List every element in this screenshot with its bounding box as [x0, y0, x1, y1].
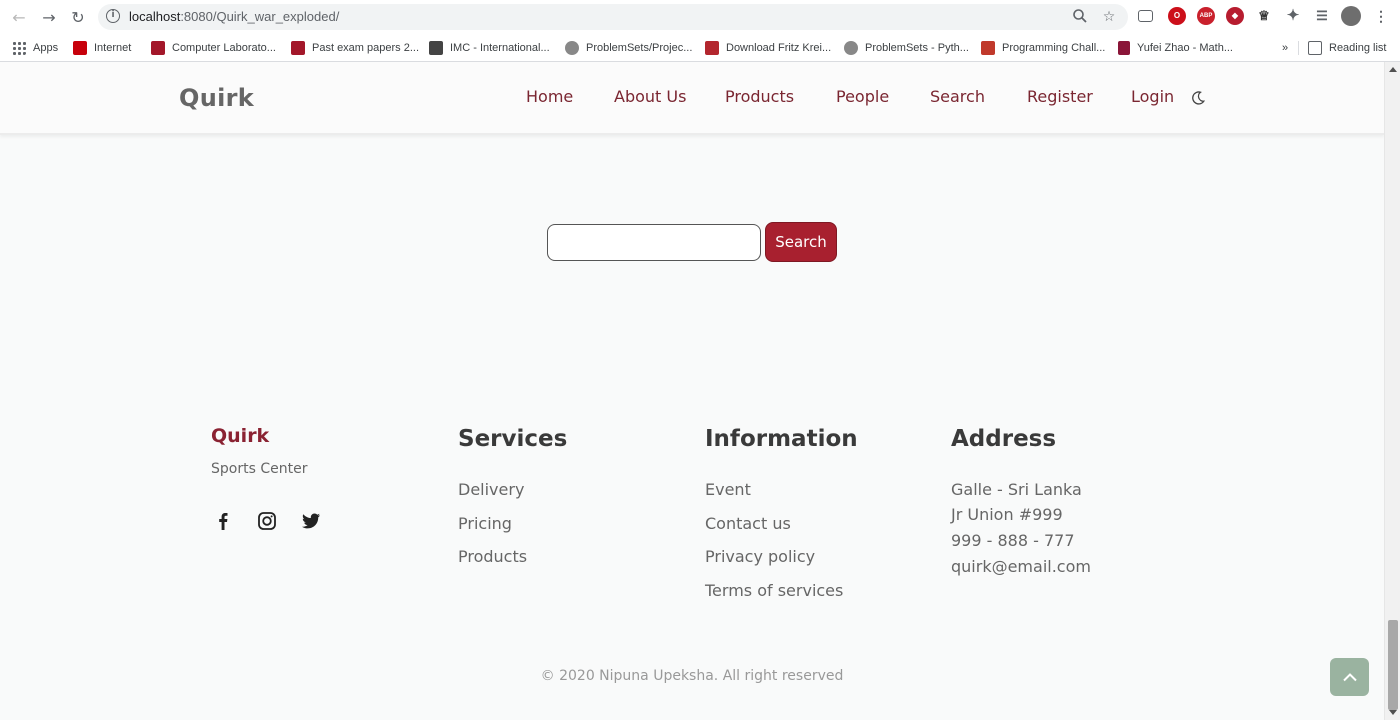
- bookmarks-bar: Apps Internet Computer Laborato... Past …: [0, 34, 1400, 62]
- reading-list-icon: [1308, 41, 1322, 55]
- bookmark-label: Apps: [33, 42, 59, 54]
- footer-information-heading: Information: [705, 426, 858, 452]
- back-icon[interactable]: ←: [7, 5, 31, 29]
- search-button[interactable]: Search: [765, 222, 837, 262]
- zoom-icon[interactable]: [1071, 8, 1089, 26]
- footer-address-heading: Address: [951, 426, 1057, 452]
- address-email: quirk@email.com: [951, 557, 1091, 576]
- nav-home[interactable]: Home: [526, 87, 573, 106]
- twitter-icon[interactable]: [300, 510, 322, 532]
- crest-icon: [291, 41, 305, 55]
- bookmark-internet[interactable]: Internet: [73, 34, 131, 62]
- bookmark-label: ProblemSets/Projec...: [586, 42, 693, 54]
- footer-link-delivery[interactable]: Delivery: [458, 480, 524, 499]
- github-icon: [565, 41, 579, 55]
- address-url: localhost:8080/Quirk_war_exploded/: [129, 9, 339, 24]
- download-icon: [705, 41, 719, 55]
- bookmark-programming-challenges[interactable]: Programming Chall...: [981, 34, 1105, 62]
- uva-icon: [981, 41, 995, 55]
- reload-icon[interactable]: ↻: [66, 5, 90, 29]
- bookmark-problemsets-python[interactable]: ProblemSets - Pyth...: [844, 34, 969, 62]
- bookmark-label: Past exam papers 2...: [312, 42, 419, 54]
- huawei-icon: [73, 41, 87, 55]
- forward-icon[interactable]: →: [37, 5, 61, 29]
- nav-about-us[interactable]: About Us: [614, 87, 686, 106]
- search-input[interactable]: [547, 224, 761, 261]
- bookmark-past-exams[interactable]: Past exam papers 2...: [291, 34, 419, 62]
- bookmark-label: Download Fritz Krei...: [726, 42, 832, 54]
- site-header: Quirk Home About Us Products People Sear…: [0, 62, 1384, 135]
- facebook-icon[interactable]: [212, 510, 234, 532]
- menu-kebab-icon[interactable]: ⋮: [1372, 7, 1390, 25]
- footer-link-event[interactable]: Event: [705, 480, 751, 499]
- instagram-icon[interactable]: [256, 510, 278, 532]
- bookmark-imc[interactable]: IMC - International...: [429, 34, 550, 62]
- opera-icon[interactable]: O: [1168, 7, 1186, 25]
- more-bookmarks-button[interactable]: »: [1282, 34, 1288, 62]
- adblock-icon[interactable]: ABP: [1197, 7, 1215, 25]
- bookmark-download-fritz[interactable]: Download Fritz Krei...: [705, 34, 831, 62]
- nav-register[interactable]: Register: [1027, 87, 1093, 106]
- url-path: :8080/Quirk_war_exploded/: [180, 9, 340, 24]
- bookmark-label: Computer Laborato...: [172, 42, 276, 54]
- scroll-down-arrow-icon[interactable]: [1389, 710, 1397, 715]
- scrollbar-thumb[interactable]: [1388, 620, 1398, 710]
- reading-list-label: Reading list: [1329, 42, 1387, 54]
- footer-link-pricing[interactable]: Pricing: [458, 514, 512, 533]
- bookmark-label: IMC - International...: [450, 42, 550, 54]
- bookmarks-divider: [1298, 41, 1299, 55]
- site-info-icon[interactable]: i: [106, 9, 120, 23]
- bookmark-label: ProblemSets - Pyth...: [865, 42, 969, 54]
- bookmark-computer-lab[interactable]: Computer Laborato...: [151, 34, 276, 62]
- back-to-top-button[interactable]: [1330, 658, 1369, 696]
- copyright-text: © 2020 Nipuna Upeksha. All right reserve…: [540, 668, 844, 684]
- bookmark-label: Internet: [94, 42, 132, 54]
- moon-icon[interactable]: [1190, 90, 1206, 106]
- scroll-up-arrow-icon[interactable]: [1389, 67, 1397, 72]
- nav-people[interactable]: People: [836, 87, 889, 106]
- address-city: Galle - Sri Lanka: [951, 480, 1082, 499]
- media-list-icon[interactable]: ☰: [1313, 7, 1331, 25]
- shield-icon: [151, 41, 165, 55]
- github-icon: [844, 41, 858, 55]
- browser-toolbar: ← → ↻ i localhost:8080/Quirk_war_explode…: [0, 0, 1400, 34]
- reading-list-button[interactable]: Reading list: [1308, 34, 1386, 62]
- footer-services-heading: Services: [458, 426, 568, 452]
- chevron-up-icon: [1342, 673, 1357, 682]
- nav-products[interactable]: Products: [725, 87, 794, 106]
- imc-icon: [429, 41, 443, 55]
- page-scrollbar[interactable]: [1384, 62, 1400, 720]
- address-bar[interactable]: i localhost:8080/Quirk_war_exploded/ ☆: [98, 4, 1128, 30]
- bookmark-yufei-zhao[interactable]: Yufei Zhao - Math...: [1118, 34, 1233, 62]
- brand-logo[interactable]: Quirk: [179, 84, 254, 112]
- bookmark-label: Yufei Zhao - Math...: [1137, 42, 1233, 54]
- mit-icon: [1118, 41, 1130, 55]
- apps-grid-icon: [12, 41, 26, 55]
- crown-icon[interactable]: ♕: [1255, 7, 1273, 25]
- footer-link-products[interactable]: Products: [458, 547, 527, 566]
- footer-link-contact-us[interactable]: Contact us: [705, 514, 791, 533]
- chevron-double-right-icon: »: [1282, 42, 1289, 54]
- nav-search[interactable]: Search: [930, 87, 985, 106]
- extensions-puzzle-icon[interactable]: ✦: [1284, 7, 1302, 25]
- extension-red-icon[interactable]: ◆: [1226, 7, 1244, 25]
- footer-brand: Quirk: [211, 425, 270, 447]
- profile-avatar[interactable]: [1341, 6, 1361, 26]
- footer-link-terms-of-services[interactable]: Terms of services: [705, 581, 843, 600]
- footer-tagline: Sports Center: [211, 461, 308, 477]
- bookmark-label: Programming Chall...: [1002, 42, 1106, 54]
- nav-login[interactable]: Login: [1131, 87, 1174, 106]
- address-phone: 999 - 888 - 777: [951, 531, 1075, 550]
- footer-link-privacy-policy[interactable]: Privacy policy: [705, 547, 815, 566]
- camera-icon[interactable]: [1138, 10, 1153, 22]
- bookmark-problemsets-projects[interactable]: ProblemSets/Projec...: [565, 34, 692, 62]
- bookmark-star-icon[interactable]: ☆: [1100, 8, 1118, 26]
- address-street: Jr Union #999: [951, 505, 1063, 524]
- bookmark-apps[interactable]: Apps: [12, 34, 58, 62]
- url-host: localhost: [129, 9, 181, 24]
